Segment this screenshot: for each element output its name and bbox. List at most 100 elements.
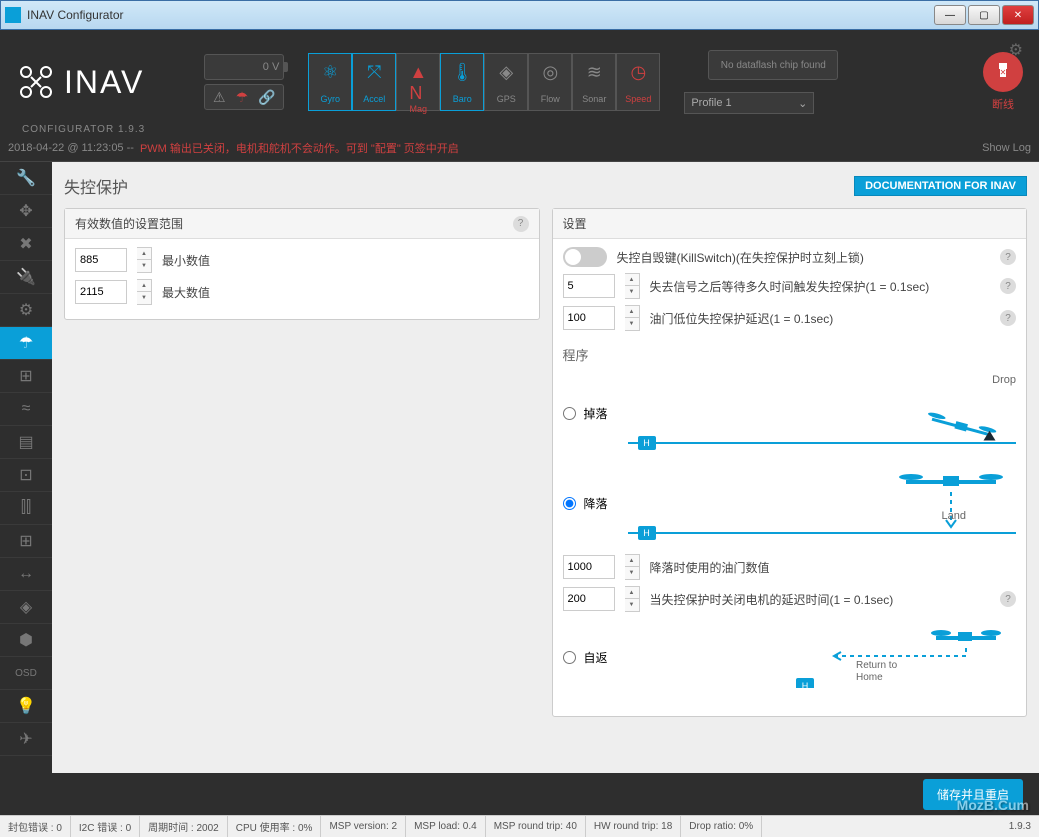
sidebar-adjustments[interactable]: ↔: [0, 558, 52, 591]
sensor-accel: ⤧Accel: [352, 53, 396, 111]
land-diagram-label: Land: [942, 510, 966, 522]
sensor-baro: 🌡Baro: [440, 53, 484, 111]
sidebar-config[interactable]: ⚙: [0, 294, 52, 327]
sidebar-presets[interactable]: 🔌: [0, 261, 52, 294]
svg-text:Home: Home: [856, 672, 883, 683]
minimize-button[interactable]: —: [934, 5, 966, 25]
connect-button[interactable]: ✕ 断线: [983, 52, 1023, 112]
status-i2c-err: I2C 错误 : 0: [71, 816, 140, 837]
status-hw-rt: HW round trip: 18: [586, 816, 681, 837]
status-version: 1.9.3: [1001, 816, 1039, 837]
drop-diagram-label: Drop: [992, 374, 1016, 386]
help-icon[interactable]: ?: [1000, 278, 1016, 294]
min-stepper[interactable]: ▲▼: [137, 247, 152, 273]
app-icon: [5, 7, 21, 23]
speed-icon: ◷: [630, 62, 646, 83]
sidebar-mission[interactable]: ⬢: [0, 624, 52, 657]
valid-range-panel: 有效数值的设置范围 ? ▲▼ 最小数值 ▲▼ 最大数值: [64, 208, 540, 320]
show-log-button[interactable]: Show Log: [982, 142, 1031, 154]
sidebar-mixer[interactable]: ⊞: [0, 360, 52, 393]
sensor-gps: ◈GPS: [484, 53, 528, 111]
min-value-input[interactable]: [75, 248, 127, 272]
page-title-row: 失控保护 DOCUMENTATION FOR INAV: [64, 174, 1027, 198]
app-header: INAV CONFIGURATOR 1.9.3 0 V ⚠ ☂ 🔗 ⚛Gyro …: [0, 30, 1039, 134]
sidebar-sensors[interactable]: ✈: [0, 723, 52, 756]
sidebar: 🔧 ✥ ✖ 🔌 ⚙ ☂ ⊞ ≈ ▤ ⊡ ⫿⫿ ⊞ ↔ ◈ ⬢ OSD 💡 ✈: [0, 162, 52, 773]
sidebar-ports[interactable]: ✖: [0, 228, 52, 261]
max-stepper[interactable]: ▲▼: [137, 279, 152, 305]
parachute-icon: ☂: [236, 89, 249, 106]
max-value-input[interactable]: [75, 280, 127, 304]
warning-icon: ⚠: [213, 89, 226, 106]
battery-indicator: 0 V: [204, 54, 284, 80]
drop-diagram-icon: [916, 412, 1006, 442]
status-cpu: CPU 使用率 : 0%: [228, 816, 322, 837]
radio-rth[interactable]: 自返: [563, 649, 608, 666]
sidebar-failsafe[interactable]: ☂: [0, 327, 52, 360]
settings-gear-icon[interactable]: ⚙: [1009, 40, 1023, 60]
sensor-gyro: ⚛Gyro: [308, 53, 352, 111]
svg-text:Return to: Return to: [856, 660, 898, 671]
status-packet-err: 封包错误 : 0: [0, 816, 71, 837]
sidebar-gps[interactable]: ◈: [0, 591, 52, 624]
throttle-low-label: 油门低位失控保护延迟(1 = 0.1sec): [650, 310, 834, 327]
sidebar-calibration[interactable]: ✥: [0, 195, 52, 228]
logo-text: INAV: [64, 64, 144, 101]
content: 失控保护 DOCUMENTATION FOR INAV 有效数值的设置范围 ? …: [52, 162, 1039, 773]
killswitch-toggle[interactable]: [563, 247, 607, 267]
offdelay-label: 当失控保护时关闭电机的延迟时间(1 = 0.1sec): [650, 591, 894, 608]
home-badge-icon: H: [638, 436, 656, 450]
land-throttle-stepper[interactable]: ▲▼: [625, 554, 640, 580]
land-throttle-label: 降落时使用的油门数值: [650, 559, 770, 576]
sidebar-osd[interactable]: OSD: [0, 657, 52, 690]
sidebar-pid[interactable]: ≈: [0, 393, 52, 426]
sidebar-programming[interactable]: ⊡: [0, 459, 52, 492]
sensor-speed: ◷Speed: [616, 53, 660, 111]
sidebar-led[interactable]: 💡: [0, 690, 52, 723]
help-icon[interactable]: ?: [1000, 249, 1016, 265]
svg-text:H: H: [802, 681, 809, 688]
delay-stepper[interactable]: ▲▼: [625, 273, 640, 299]
throttle-low-input[interactable]: [563, 306, 615, 330]
help-icon[interactable]: ?: [513, 216, 529, 232]
throttle-low-stepper[interactable]: ▲▼: [625, 305, 640, 331]
save-bar: 储存并且重启: [0, 773, 1039, 815]
radio-land[interactable]: 降落: [563, 495, 608, 512]
rth-diagram-icon: H Return toHome: [786, 628, 1006, 688]
home-badge-icon: H: [638, 526, 656, 540]
sensor-flow: ◎Flow: [528, 53, 572, 111]
log-bar: 2018-04-22 @ 11:23:05 -- PWM 输出已关闭，电机和舵机…: [0, 134, 1039, 162]
help-icon[interactable]: ?: [1000, 310, 1016, 326]
sensor-mag: ▲NMag: [396, 53, 440, 111]
log-message: PWM 输出已关闭，电机和舵机不会动作。可到 "配置" 页签中开启: [140, 140, 982, 156]
help-icon[interactable]: ?: [1000, 591, 1016, 607]
documentation-link[interactable]: DOCUMENTATION FOR INAV: [854, 176, 1027, 196]
delay-label: 失去信号之后等待多久时间触发失控保护(1 = 0.1sec): [650, 278, 930, 295]
svg-text:✕: ✕: [1000, 68, 1007, 77]
accel-icon: ⤧: [367, 62, 381, 83]
sidebar-advanced[interactable]: ▤: [0, 426, 52, 459]
min-label: 最小数值: [162, 252, 210, 269]
maximize-button[interactable]: ▢: [968, 5, 1000, 25]
close-button[interactable]: ✕: [1002, 5, 1034, 25]
offdelay-stepper[interactable]: ▲▼: [625, 586, 640, 612]
offdelay-input[interactable]: [563, 587, 615, 611]
killswitch-label: 失控自毁键(KillSwitch)(在失控保护时立刻上锁): [617, 249, 864, 266]
profile-select[interactable]: Profile 1⌄: [684, 92, 814, 114]
sensor-panel: ⚛Gyro ⤧Accel ▲NMag 🌡Baro ◈GPS ◎Flow ≋Son…: [308, 53, 660, 111]
sidebar-setup[interactable]: 🔧: [0, 162, 52, 195]
status-msp-load: MSP load: 0.4: [406, 816, 486, 837]
sidebar-modes[interactable]: ⊞: [0, 525, 52, 558]
window-title: INAV Configurator: [27, 8, 934, 22]
status-drop: Drop ratio: 0%: [681, 816, 762, 837]
logo: INAV: [16, 62, 144, 102]
sidebar-receiver[interactable]: ⫿⫿: [0, 492, 52, 525]
sonar-icon: ≋: [587, 62, 602, 83]
log-timestamp: 2018-04-22 @ 11:23:05 --: [8, 142, 134, 154]
warning-box: ⚠ ☂ 🔗: [204, 84, 284, 110]
status-msp-ver: MSP version: 2: [321, 816, 406, 837]
land-throttle-input[interactable]: [563, 555, 615, 579]
radio-drop[interactable]: 掉落: [563, 405, 608, 422]
baro-icon: 🌡: [451, 62, 474, 83]
delay-input[interactable]: [563, 274, 615, 298]
